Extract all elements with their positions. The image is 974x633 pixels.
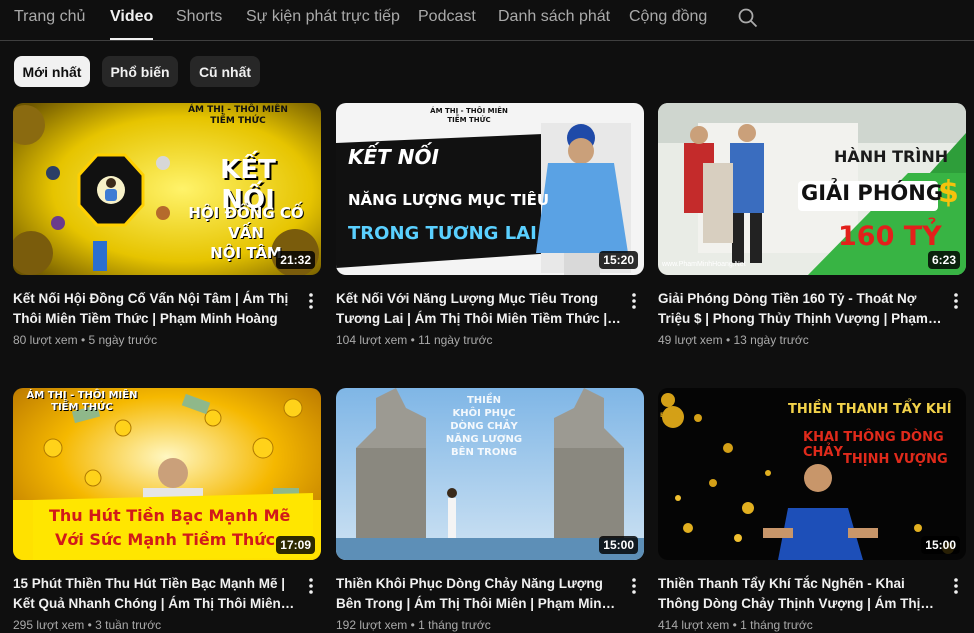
view-count: 295 lượt xem <box>13 618 85 632</box>
more-vert-icon[interactable] <box>304 576 318 596</box>
thumb-headline: KẾT NỐI <box>348 145 439 169</box>
view-count: 80 lượt xem <box>13 333 78 347</box>
video-title[interactable]: Kết Nối Hội Đồng Cố Vấn Nội Tâm | Ám Thị… <box>13 289 298 328</box>
filter-oldest[interactable]: Cũ nhất <box>190 56 260 87</box>
video-meta: 104 lượt xem • 11 ngày trước <box>336 333 493 347</box>
thumbnail-caption: ÁM THỊ - THÔI MIÊN TIỀM THỨC <box>163 105 313 127</box>
video-card[interactable]: THIỀN KHÔI PHỤC DÒNG CHẢY NĂNG LƯỢNG BÊN… <box>336 388 644 632</box>
video-meta: 414 lượt xem • 1 tháng trước <box>658 618 813 632</box>
upload-age: 5 ngày trước <box>88 333 158 347</box>
tab-community[interactable]: Cộng đồng <box>629 8 707 40</box>
thumb-line: HỘI ĐỒNG CỐ VẤN <box>188 204 304 242</box>
thumb-line: ÁM THỊ - THÔI MIÊN <box>430 107 508 115</box>
tab-podcast[interactable]: Podcast <box>418 8 476 40</box>
duration-badge: 15:00 <box>599 536 638 554</box>
thumb-subline: NĂNG LƯỢNG MỤC TIÊU <box>348 191 550 209</box>
video-title[interactable]: Giải Phóng Dòng Tiền 160 Tỷ - Thoát Nợ T… <box>658 289 943 328</box>
thumbnail-caption: ÁM THỊ - THÔI MIÊN TIỀM THỨC <box>414 107 524 125</box>
video-thumbnail[interactable]: B-RICH THIỀN THANH TẨY KHÍ KHAI THÔNG DÒ… <box>658 388 966 560</box>
view-count: 49 lượt xem <box>658 333 723 347</box>
thumbnail-caption: ÁM THỊ - THÔI MIÊN TIỀM THỨC <box>17 390 147 414</box>
video-thumbnail[interactable]: ÁM THỊ - THÔI MIÊN TIỀM THỨC KẾT NỐI NĂN… <box>336 103 644 275</box>
more-vert-icon[interactable] <box>949 576 963 596</box>
tab-shorts[interactable]: Shorts <box>176 8 222 40</box>
thumb-headline: THIỀN THANH TẨY KHÍ <box>788 402 952 417</box>
thumb-line: DÒNG CHẢY <box>450 421 518 432</box>
video-meta: 49 lượt xem • 13 ngày trước <box>658 333 809 347</box>
thumb-headline: 160 TỶ <box>838 221 942 252</box>
thumb-subline: TRONG TƯƠNG LAI <box>348 223 537 244</box>
video-thumbnail[interactable]: ÁM THỊ - THÔI MIÊN TIỀM THỨC KẾT NỐI HỘI… <box>13 103 321 275</box>
more-vert-icon[interactable] <box>627 576 641 596</box>
thumbnail-image <box>336 103 644 275</box>
thumb-line: THIỀN <box>466 395 502 406</box>
video-card[interactable]: HÀNH TRÌNH GIẢI PHÓNG $ 160 TỶ www.PhamM… <box>658 103 966 347</box>
upload-age: 13 ngày trước <box>733 333 809 347</box>
thumb-line: TIỀM THỨC <box>210 116 266 126</box>
view-count: 414 lượt xem <box>658 618 730 632</box>
video-card[interactable]: B-RICH THIỀN THANH TẨY KHÍ KHAI THÔNG DÒ… <box>658 388 966 632</box>
thumb-line: TIỀM THỨC <box>447 116 491 124</box>
upload-age: 1 tháng trước <box>740 618 813 632</box>
video-thumbnail[interactable]: THIỀN KHÔI PHỤC DÒNG CHẢY NĂNG LƯỢNG BÊN… <box>336 388 644 560</box>
filter-popular[interactable]: Phổ biến <box>102 56 178 87</box>
filter-newest[interactable]: Mới nhất <box>14 56 90 87</box>
upload-age: 3 tuần trước <box>95 618 162 632</box>
tab-playlists[interactable]: Danh sách phát <box>498 8 610 40</box>
video-title[interactable]: Kết Nối Với Năng Lượng Mục Tiêu Trong Tư… <box>336 289 621 328</box>
thumb-line: TIỀM THỨC <box>51 402 113 413</box>
video-meta: 80 lượt xem • 5 ngày trước <box>13 333 157 347</box>
video-card[interactable]: ÁM THỊ - THÔI MIÊN TIỀM THỨC KẾT NỐI HỘI… <box>13 103 321 347</box>
video-card[interactable]: ÁM THỊ - THÔI MIÊN TIỀM THỨC KẾT NỐI NĂN… <box>336 103 644 347</box>
video-thumbnail[interactable]: ÁM THỊ - THÔI MIÊN TIỀM THỨC Thu Hút Tiề… <box>13 388 321 560</box>
thumb-url: www.PhamMinhHoang.Net <box>662 261 746 268</box>
video-meta: 295 lượt xem • 3 tuần trước <box>13 618 161 632</box>
duration-badge: 17:09 <box>276 536 315 554</box>
upload-age: 11 ngày trước <box>418 333 493 347</box>
video-title[interactable]: Thiền Thanh Tẩy Khí Tắc Nghẽn - Khai Thô… <box>658 574 943 613</box>
thumb-headline: Thu Hút Tiền Bạc Mạnh Mẽ <box>49 506 291 525</box>
thumb-line: KHÔI PHỤC <box>452 408 516 419</box>
video-meta: 192 lượt xem • 1 tháng trước <box>336 618 491 632</box>
duration-badge: 6:23 <box>927 251 960 269</box>
thumb-subline: THỊNH VƯỢNG <box>843 452 948 467</box>
dollar-icon: $ <box>938 175 959 210</box>
view-count: 192 lượt xem <box>336 618 408 632</box>
more-vert-icon[interactable] <box>627 291 641 311</box>
search-icon[interactable] <box>738 8 758 28</box>
tab-home[interactable]: Trang chủ <box>14 8 85 40</box>
thumb-subline: Với Sức Mạnh Tiềm Thức <box>55 530 276 549</box>
more-vert-icon[interactable] <box>304 291 318 311</box>
video-title[interactable]: 15 Phút Thiền Thu Hút Tiền Bạc Mạnh Mẽ |… <box>13 574 298 613</box>
upload-age: 1 tháng trước <box>418 618 491 632</box>
thumb-subline: HÀNH TRÌNH <box>834 147 949 166</box>
thumbnail-caption: THIỀN KHÔI PHỤC DÒNG CHẢY NĂNG LƯỢNG BÊN… <box>444 394 524 459</box>
channel-tabs: Trang chủ Video Shorts Sự kiện phát trực… <box>0 0 974 41</box>
video-title[interactable]: Thiền Khôi Phục Dòng Chảy Năng Lượng Bên… <box>336 574 621 613</box>
thumb-headline: GIẢI PHÓNG <box>801 181 944 205</box>
brand-label: B-RICH <box>660 412 684 419</box>
thumb-line: BÊN TRONG <box>451 447 517 458</box>
video-card[interactable]: ÁM THỊ - THÔI MIÊN TIỀM THỨC Thu Hút Tiề… <box>13 388 321 632</box>
duration-badge: 15:20 <box>599 251 638 269</box>
tab-videos[interactable]: Video <box>110 8 154 40</box>
view-count: 104 lượt xem <box>336 333 408 347</box>
thumb-line: ÁM THỊ - THÔI MIÊN <box>188 105 288 115</box>
thumb-line: ÁM THỊ - THÔI MIÊN <box>26 390 138 401</box>
video-thumbnail[interactable]: HÀNH TRÌNH GIẢI PHÓNG $ 160 TỶ www.PhamM… <box>658 103 966 275</box>
more-vert-icon[interactable] <box>949 291 963 311</box>
duration-badge: 21:32 <box>276 251 315 269</box>
thumb-line: NĂNG LƯỢNG <box>445 434 523 445</box>
tab-live[interactable]: Sự kiện phát trực tiếp <box>246 8 400 40</box>
duration-badge: 15:00 <box>921 536 960 554</box>
